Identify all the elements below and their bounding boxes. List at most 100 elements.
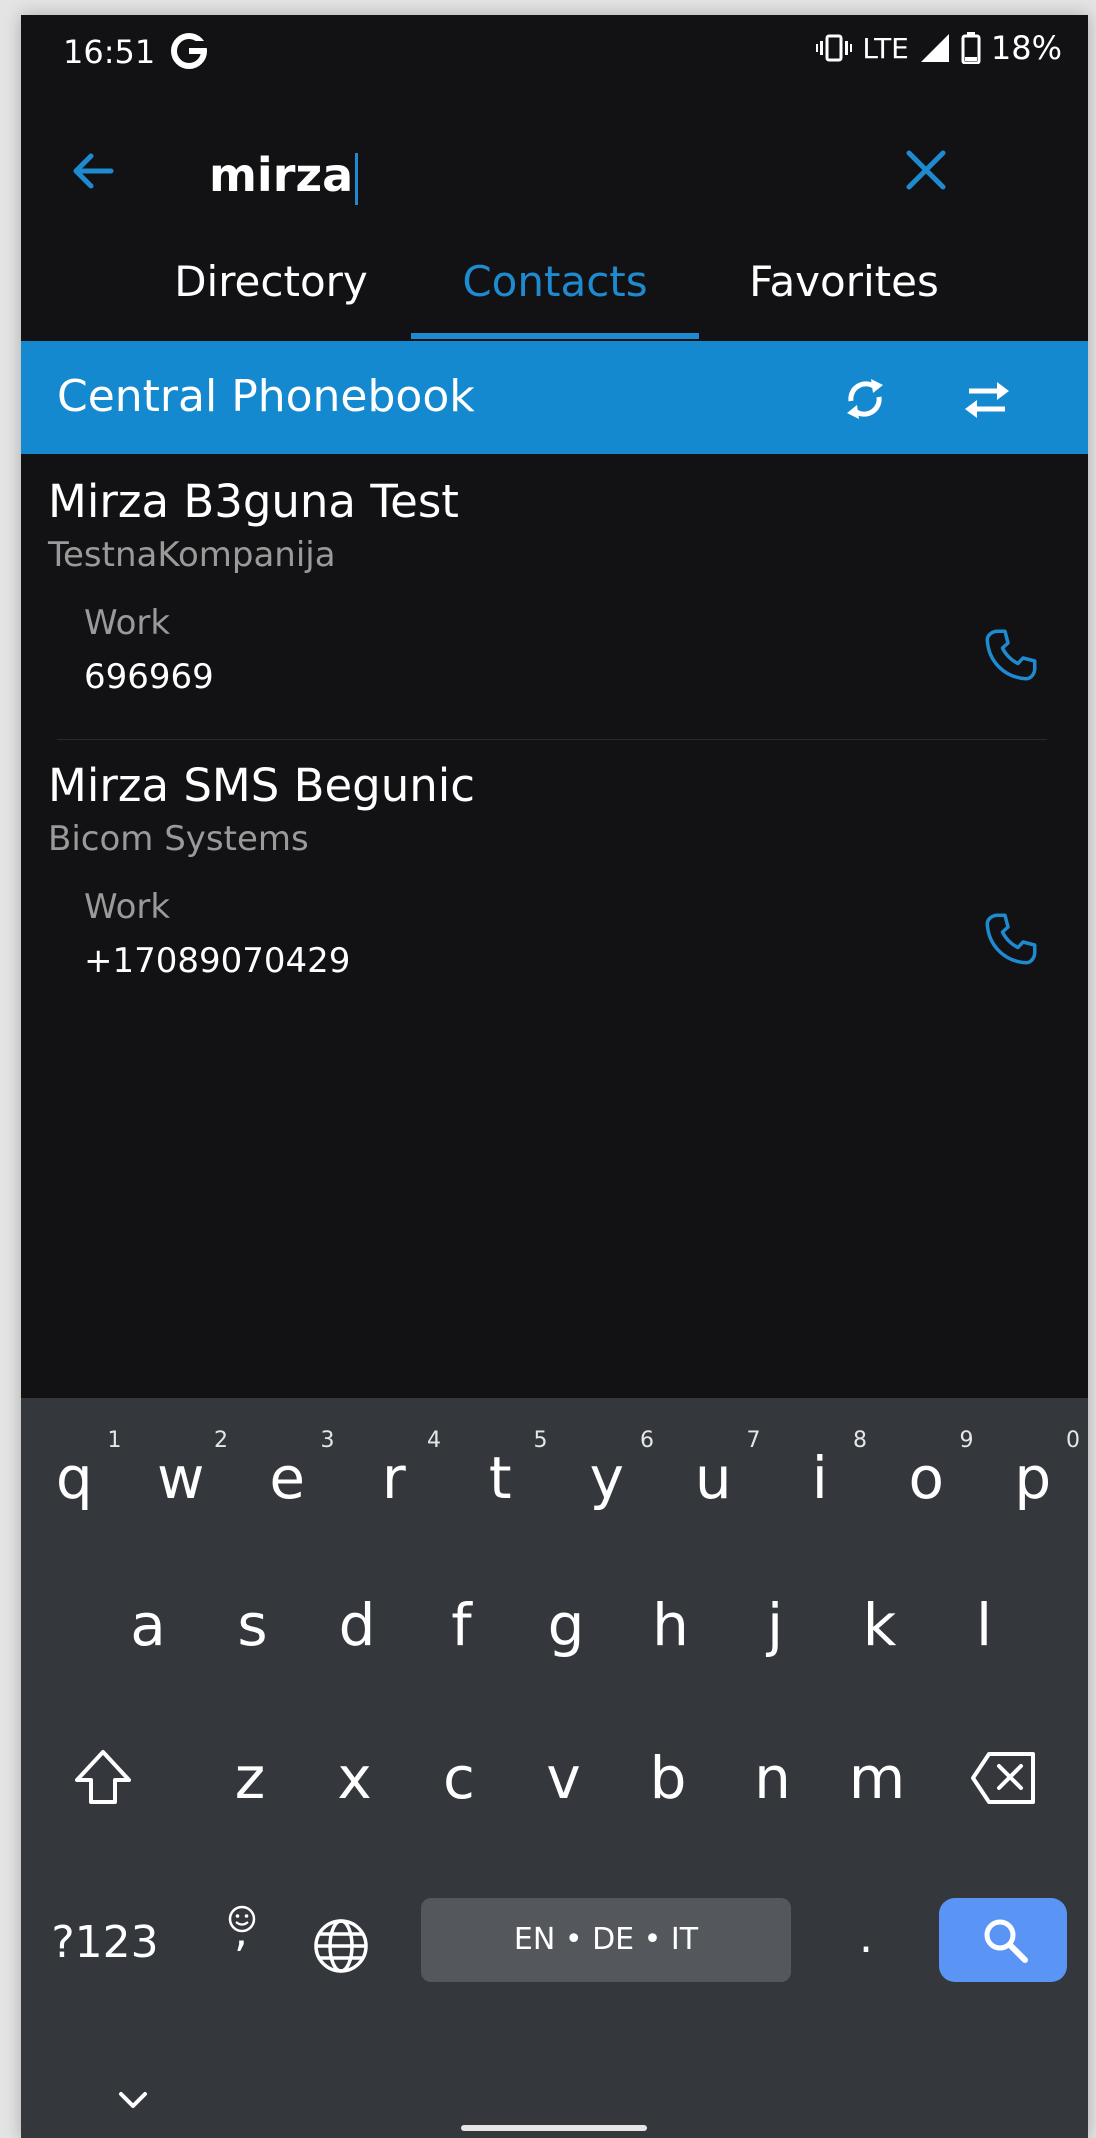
phone-number: 696969: [84, 657, 214, 697]
key-number-hint: 9: [959, 1428, 974, 1453]
key-letter: q: [55, 1444, 93, 1512]
switch-phonebook-icon[interactable]: [959, 371, 1015, 427]
comma-label: ,: [234, 1906, 248, 1957]
key-number-hint: 7: [746, 1428, 761, 1453]
key-p[interactable]: p0: [980, 1418, 1087, 1538]
app-g-icon: [171, 33, 207, 69]
tab-directory[interactable]: Directory: [131, 241, 411, 339]
back-arrow-icon[interactable]: [69, 147, 117, 195]
key-d[interactable]: d: [305, 1565, 409, 1685]
shift-icon[interactable]: [71, 1746, 135, 1810]
emoji-comma-key[interactable]: ,: [189, 1888, 293, 2008]
search-icon: [984, 1919, 1028, 1963]
clear-search-icon[interactable]: [901, 145, 951, 195]
network-type: LTE: [862, 31, 909, 65]
key-e[interactable]: e3: [234, 1418, 341, 1538]
key-number-hint: 6: [640, 1428, 654, 1453]
key-t[interactable]: t5: [447, 1418, 554, 1538]
battery-level: 18%: [990, 29, 1062, 67]
sync-icon[interactable]: [837, 371, 893, 427]
battery-icon: [961, 32, 981, 64]
key-number-hint: 2: [214, 1428, 228, 1453]
key-letter: r: [381, 1444, 406, 1512]
on-screen-keyboard: q1w2e3r4t5y6u7i8o9p0 asdfghjkl zxcvbnm ?…: [21, 1398, 1088, 2138]
keyboard-row-2: asdfghjkl: [21, 1565, 1088, 1685]
key-letter: i: [811, 1444, 828, 1512]
key-letter: e: [269, 1444, 306, 1512]
keyboard-search-button[interactable]: [939, 1898, 1067, 1982]
call-icon[interactable]: [981, 625, 1041, 685]
key-r[interactable]: r4: [341, 1418, 448, 1538]
space-bar[interactable]: EN • DE • IT: [421, 1898, 791, 1982]
contact-name: Mirza B3guna Test: [48, 475, 459, 528]
search-bar: mirza: [21, 87, 1088, 227]
key-j[interactable]: j: [723, 1565, 827, 1685]
key-letter: y: [589, 1444, 624, 1512]
key-b[interactable]: b: [616, 1718, 720, 1838]
key-a[interactable]: a: [96, 1565, 200, 1685]
status-right: LTE 18%: [816, 29, 1062, 67]
period-key[interactable]: .: [811, 1888, 921, 2008]
phone-screen: 16:51 LTE 18% mirza Directory Contacts F…: [21, 15, 1088, 2138]
key-letter: p: [1014, 1444, 1052, 1512]
collapse-keyboard-icon[interactable]: [115, 2088, 151, 2114]
key-w[interactable]: w2: [128, 1418, 235, 1538]
contact-list-item[interactable]: Mirza B3guna Test TestnaKompanija Work 6…: [21, 455, 1088, 741]
status-time: 16:51: [63, 33, 156, 71]
key-l[interactable]: l: [932, 1565, 1036, 1685]
key-number-hint: 8: [853, 1428, 867, 1453]
symbols-key[interactable]: ?123: [21, 1888, 189, 2008]
key-number-hint: 3: [320, 1428, 335, 1453]
key-v[interactable]: v: [512, 1718, 616, 1838]
tab-favorites[interactable]: Favorites: [699, 241, 989, 339]
phone-label: Work: [84, 603, 171, 643]
search-input[interactable]: mirza: [209, 147, 359, 205]
key-c[interactable]: c: [407, 1718, 511, 1838]
key-number-hint: 0: [1066, 1428, 1080, 1453]
keyboard-row-4: ?123 , EN • DE • IT .: [21, 1888, 1088, 2008]
keyboard-row-3: zxcvbnm: [21, 1718, 1088, 1838]
contact-company: Bicom Systems: [48, 819, 309, 859]
key-letter: o: [908, 1444, 945, 1512]
key-q[interactable]: q1: [21, 1418, 128, 1538]
phone-number: +17089070429: [84, 941, 351, 981]
contact-name: Mirza SMS Begunic: [48, 759, 475, 812]
key-f[interactable]: f: [410, 1565, 514, 1685]
key-o[interactable]: o9: [873, 1418, 980, 1538]
phonebook-header: Central Phonebook: [21, 341, 1088, 454]
text-caret: [355, 152, 359, 205]
key-number-hint: 5: [533, 1428, 548, 1453]
key-number-hint: 4: [427, 1428, 441, 1453]
key-u[interactable]: u7: [660, 1418, 767, 1538]
contact-list-item[interactable]: Mirza SMS Begunic Bicom Systems Work +17…: [21, 739, 1088, 1025]
key-h[interactable]: h: [619, 1565, 723, 1685]
globe-icon[interactable]: [311, 1916, 371, 1976]
phone-label: Work: [84, 887, 171, 927]
active-tab-indicator: [411, 333, 699, 339]
key-i[interactable]: i8: [767, 1418, 874, 1538]
key-z[interactable]: z: [198, 1718, 302, 1838]
gesture-handle[interactable]: [461, 2125, 647, 2131]
key-letter: w: [157, 1444, 205, 1512]
key-s[interactable]: s: [201, 1565, 305, 1685]
key-number-hint: 1: [107, 1428, 122, 1453]
key-x[interactable]: x: [303, 1718, 407, 1838]
signal-icon: [920, 34, 949, 62]
contact-company: TestnaKompanija: [48, 535, 336, 575]
search-query-text: mirza: [209, 148, 354, 202]
status-bar: 16:51 LTE 18%: [21, 15, 1088, 87]
tab-contacts[interactable]: Contacts: [411, 241, 699, 339]
backspace-icon[interactable]: [969, 1750, 1039, 1806]
key-letter: u: [694, 1444, 732, 1512]
key-g[interactable]: g: [514, 1565, 618, 1685]
tab-bar: Directory Contacts Favorites: [21, 241, 1088, 339]
phonebook-title: Central Phonebook: [57, 371, 475, 422]
key-letter: t: [488, 1444, 512, 1512]
call-icon[interactable]: [981, 909, 1041, 969]
key-y[interactable]: y6: [554, 1418, 661, 1538]
key-m[interactable]: m: [825, 1718, 929, 1838]
vibrate-icon: [816, 34, 853, 62]
key-n[interactable]: n: [721, 1718, 825, 1838]
key-k[interactable]: k: [828, 1565, 932, 1685]
keyboard-row-1: q1w2e3r4t5y6u7i8o9p0: [21, 1418, 1088, 1538]
